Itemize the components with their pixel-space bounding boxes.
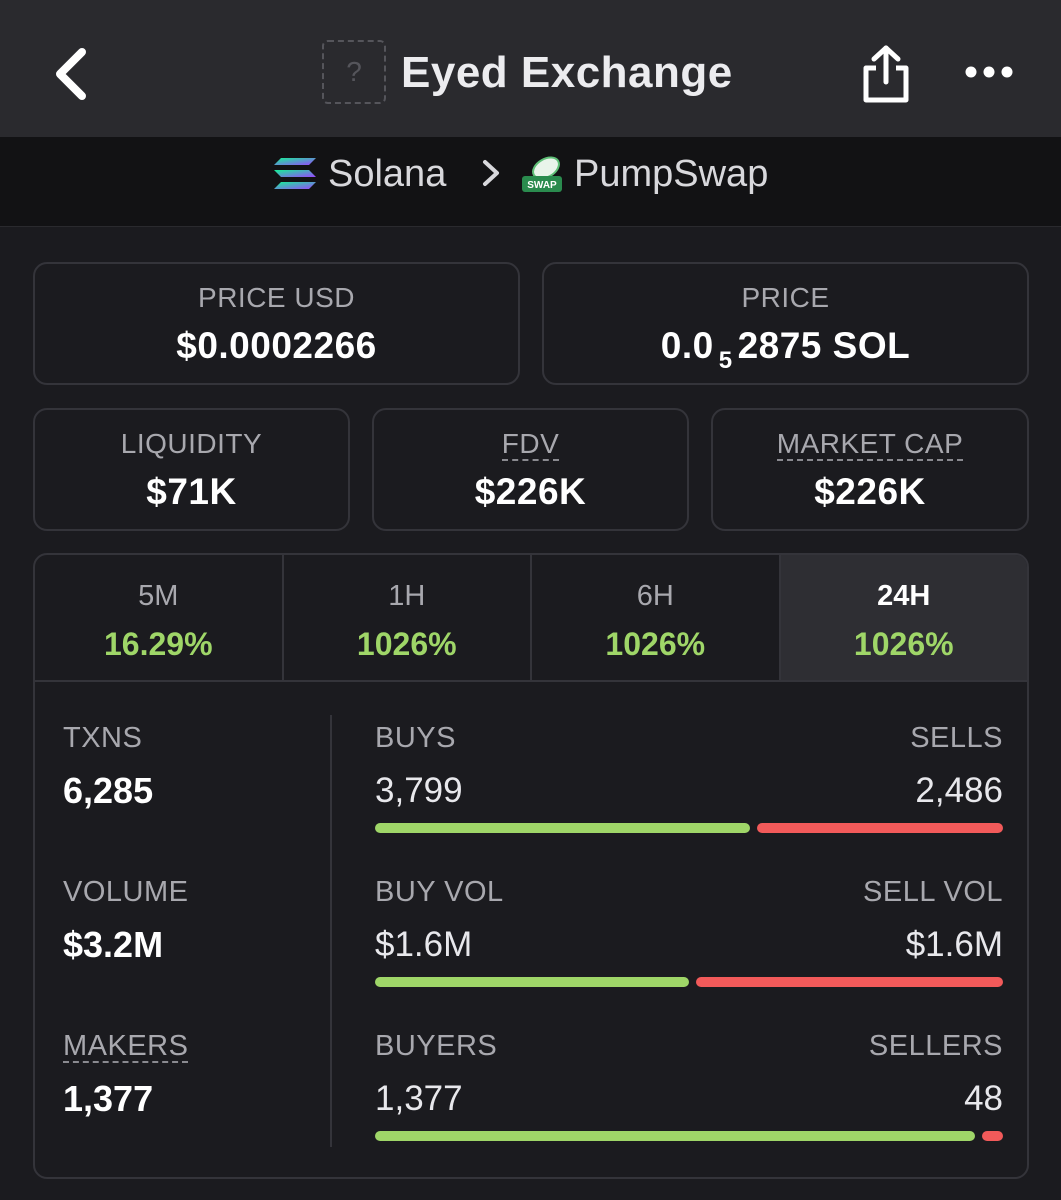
breadcrumb-dex-label: PumpSwap xyxy=(574,152,769,195)
breadcrumb-chain-label: Solana xyxy=(328,152,447,195)
liquidity-value: $71K xyxy=(146,471,237,512)
timeframe-tabs: 5M 16.29% 1H 1026% 6H 1026% 24H 1026% xyxy=(35,555,1027,682)
price-usd-value: $0.0002266 xyxy=(176,325,377,366)
more-horizontal-icon xyxy=(965,66,1013,78)
sells-bar xyxy=(757,823,1003,833)
price-native-label: PRICE xyxy=(741,282,830,313)
share-icon xyxy=(863,45,909,103)
volume-breakdown: BUY VOL SELL VOL $1.6M $1.6M xyxy=(375,875,1003,987)
stats-panel: 5M 16.29% 1H 1026% 6H 1026% 24H 1026% TX… xyxy=(33,553,1029,1179)
tab-6h-change: 1026% xyxy=(605,626,706,662)
tab-1h-change: 1026% xyxy=(356,626,457,662)
buyers-value: 1,377 xyxy=(375,1079,463,1118)
buys-value: 3,799 xyxy=(375,771,463,810)
sells-value: 2,486 xyxy=(915,771,1003,810)
txns-label: TXNS xyxy=(63,722,143,754)
txns-value: 6,285 xyxy=(63,770,154,811)
buys-bar xyxy=(375,823,750,833)
buyers-label: BUYERS xyxy=(375,1030,498,1062)
sellers-value: 48 xyxy=(964,1079,1003,1118)
market-cap-value: $226K xyxy=(814,471,926,512)
solana-logo-icon xyxy=(274,158,316,189)
volume-value: $3.2M xyxy=(63,924,164,965)
sell-vol-bar xyxy=(696,977,1003,987)
more-button[interactable] xyxy=(962,52,1016,92)
txns-breakdown: BUYS SELLS 3,799 2,486 xyxy=(375,721,1003,833)
tab-6h[interactable]: 6H 1026% xyxy=(532,555,781,680)
buy-vol-label: BUY VOL xyxy=(375,876,504,908)
breadcrumb-chain[interactable]: Solana xyxy=(272,150,446,198)
market-cap-card[interactable]: MARKET CAP $226K xyxy=(711,408,1029,531)
tab-24h-change: 1026% xyxy=(853,626,954,662)
sellers-label: SELLERS xyxy=(868,1030,1003,1062)
stats-divider xyxy=(330,715,332,1147)
tab-1h[interactable]: 1H 1026% xyxy=(284,555,532,680)
breadcrumb-dex[interactable]: SWAP PumpSwap xyxy=(520,150,768,198)
buy-vol-value: $1.6M xyxy=(375,925,473,964)
buyers-bar xyxy=(375,1131,975,1141)
price-native-card: PRICE 0.0 5 2875 SOL xyxy=(542,262,1029,385)
page-title: Eyed Exchange xyxy=(401,48,733,97)
tab-24h[interactable]: 24H 1026% xyxy=(780,555,1027,680)
back-button[interactable] xyxy=(48,42,98,106)
tab-5m-change: 16.29% xyxy=(103,626,213,662)
sellers-bar xyxy=(982,1131,1003,1141)
volume-stat: VOLUME $3.2M xyxy=(63,875,188,965)
chevron-left-icon xyxy=(56,48,86,100)
buys-label: BUYS xyxy=(375,722,456,754)
app-header: ? Eyed Exchange xyxy=(0,0,1061,137)
token-placeholder-icon: ? xyxy=(322,40,386,104)
price-native-subscript: 5 xyxy=(718,347,733,374)
fdv-label[interactable]: FDV xyxy=(501,429,560,461)
share-button[interactable] xyxy=(858,44,914,104)
market-cap-label[interactable]: MARKET CAP xyxy=(776,429,964,461)
price-usd-card: PRICE USD $0.0002266 xyxy=(33,262,520,385)
makers-label[interactable]: MAKERS xyxy=(63,1031,189,1063)
volume-label: VOLUME xyxy=(63,876,189,908)
liquidity-label: LIQUIDITY xyxy=(120,428,263,459)
makers-breakdown: BUYERS SELLERS 1,377 48 xyxy=(375,1029,1003,1141)
liquidity-card: LIQUIDITY $71K xyxy=(33,408,350,531)
chevron-right-icon xyxy=(476,156,506,190)
sell-vol-label: SELL VOL xyxy=(863,876,1003,908)
txns-stat: TXNS 6,285 xyxy=(63,721,153,811)
fdv-card[interactable]: FDV $226K xyxy=(372,408,689,531)
price-usd-label: PRICE USD xyxy=(198,282,355,313)
sells-label: SELLS xyxy=(910,722,1003,754)
fdv-value: $226K xyxy=(474,471,587,512)
tab-5m[interactable]: 5M 16.29% xyxy=(35,555,284,680)
buy-vol-bar xyxy=(375,977,689,987)
makers-stat[interactable]: MAKERS 1,377 xyxy=(63,1029,189,1119)
sell-vol-value: $1.6M xyxy=(905,925,1003,964)
pumpswap-logo-icon: SWAP xyxy=(522,156,562,192)
pumpswap-logo-text: SWAP xyxy=(527,180,557,191)
price-native-value: 0.0 5 2875 SOL xyxy=(660,325,911,374)
makers-value: 1,377 xyxy=(63,1078,154,1119)
